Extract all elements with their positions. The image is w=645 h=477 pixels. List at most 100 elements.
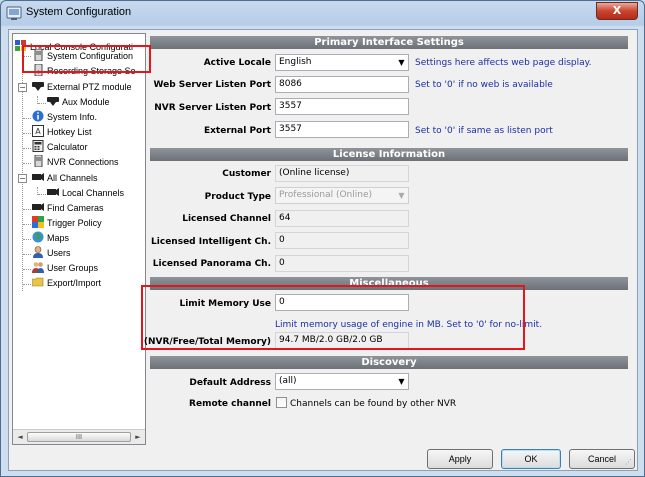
web-port-input[interactable]: 8086 <box>275 76 409 93</box>
nvr-port-label: NVR Server Listen Port <box>154 103 271 113</box>
collapse-ptz-toggle[interactable]: − <box>18 83 27 92</box>
tree-item-system-info[interactable]: System Info. <box>32 110 97 125</box>
system-configuration-window: System Configuration X Local Console Con… <box>0 0 645 477</box>
folder-icon <box>31 276 44 288</box>
licensed-intelligent-label: Licensed Intelligent Ch. <box>151 237 271 247</box>
title-bar[interactable]: System Configuration X <box>1 1 644 25</box>
tree-item-label: User Groups <box>47 263 99 273</box>
globe-icon <box>32 231 44 243</box>
hotkey-icon: A <box>32 125 44 137</box>
tree-item-label: Export/Import <box>47 278 102 288</box>
scroll-right-icon[interactable]: ► <box>133 432 143 442</box>
license-info-header: License Information <box>150 148 628 161</box>
tree-item-nvr-connections[interactable]: NVR Connections <box>32 154 119 170</box>
product-type-value: Professional (Online) <box>279 190 373 200</box>
tree-item-label: Calculator <box>47 142 88 152</box>
customer-label: Customer <box>222 169 271 179</box>
tree-item-external-ptz[interactable]: External PTZ module <box>32 80 132 95</box>
config-tree[interactable]: Local Console Configurati System Configu… <box>12 33 146 445</box>
tree-item-users[interactable]: Users <box>32 246 71 261</box>
tree-line <box>23 239 31 240</box>
user-group-icon <box>32 261 44 273</box>
apply-button[interactable]: Apply <box>427 449 493 469</box>
tree-horizontal-scrollbar[interactable]: ◄ III ► <box>13 429 145 444</box>
remote-channel-text: Channels can be found by other NVR <box>290 399 457 409</box>
tree-item-local-channels[interactable]: Local Channels <box>47 186 124 201</box>
scroll-left-icon[interactable]: ◄ <box>15 432 25 442</box>
remote-channel-label: Remote channel <box>189 399 271 409</box>
close-button[interactable]: X <box>596 2 638 20</box>
dialog-client-area: Local Console Configurati System Configu… <box>8 29 638 471</box>
tree-line <box>23 118 31 119</box>
tree-item-label: Hotkey List <box>47 127 92 137</box>
collapse-all-channels-toggle[interactable]: − <box>18 174 27 183</box>
resize-grip-icon[interactable]: ⋰ <box>625 458 635 468</box>
tree-line <box>23 254 31 255</box>
scroll-thumb[interactable]: III <box>27 432 131 442</box>
tree-item-aux-module[interactable]: Aux Module <box>47 95 110 110</box>
tree-item-label: Users <box>47 248 71 258</box>
tree-item-find-cameras[interactable]: Find Cameras <box>32 201 104 216</box>
active-locale-label: Active Locale <box>203 58 271 68</box>
active-locale-value: English <box>279 57 312 67</box>
tree-item-label: Aux Module <box>62 97 110 107</box>
external-port-input[interactable]: 3557 <box>275 121 409 138</box>
tree-line <box>23 269 31 270</box>
tree-line <box>23 209 31 210</box>
licensed-channel-value: 64 <box>275 210 409 227</box>
tree-line <box>23 133 31 134</box>
external-port-hint: Set to '0' if same as listen port <box>415 126 553 136</box>
product-type-label: Product Type <box>204 192 271 202</box>
tree-line <box>23 224 31 225</box>
active-locale-hint: Settings here affects web page display. <box>415 58 592 68</box>
chevron-down-icon: ▼ <box>398 377 405 386</box>
ptz-camera-icon <box>47 95 59 107</box>
nvr-port-input[interactable]: 3557 <box>275 98 409 115</box>
tree-item-hotkey-list[interactable]: A Hotkey List <box>32 125 92 140</box>
tree-item-user-groups[interactable]: User Groups <box>32 261 98 276</box>
discovery-header: Discovery <box>150 356 628 369</box>
licensed-panorama-value: 0 <box>275 255 409 272</box>
default-address-label: Default Address <box>189 378 271 388</box>
camera-icon <box>32 171 44 183</box>
web-port-label: Web Server Listen Port <box>153 80 272 90</box>
camera-icon <box>32 201 44 213</box>
tree-line <box>38 103 46 104</box>
tree-item-label: Maps <box>47 233 70 243</box>
svg-text:A: A <box>35 127 41 136</box>
calculator-icon <box>32 140 44 152</box>
tree-item-calculator[interactable]: Calculator <box>32 140 88 155</box>
ok-button[interactable]: OK <box>501 449 561 469</box>
camera-icon <box>47 186 59 198</box>
tree-item-export-import[interactable]: Export/Import <box>31 276 102 291</box>
trigger-policy-icon <box>32 216 44 228</box>
info-icon <box>32 110 44 122</box>
external-port-label: External Port <box>203 126 271 136</box>
ptz-camera-icon <box>32 80 44 92</box>
tree-item-label: Find Cameras <box>47 203 104 213</box>
primary-interface-header: Primary Interface Settings <box>150 36 628 49</box>
highlight-memory-settings <box>141 285 525 350</box>
user-icon <box>32 246 44 258</box>
window-title: System Configuration <box>26 6 132 18</box>
tree-item-trigger-policy[interactable]: Trigger Policy <box>32 216 102 231</box>
tree-item-label: External PTZ module <box>47 82 132 92</box>
tree-item-label: Local Channels <box>62 188 125 198</box>
chevron-down-icon: ▼ <box>398 58 405 67</box>
app-settings-icon <box>6 5 22 21</box>
remote-channel-checkbox[interactable] <box>276 397 287 408</box>
server-icon <box>32 154 44 168</box>
active-locale-select[interactable]: English ▼ <box>275 54 409 71</box>
tree-item-all-channels[interactable]: All Channels <box>32 171 98 186</box>
default-address-value: (all) <box>279 376 297 386</box>
web-port-hint: Set to '0' if no web is available <box>415 80 553 90</box>
product-type-select: Professional (Online) ▼ <box>275 187 409 204</box>
tree-item-maps[interactable]: Maps <box>32 231 69 246</box>
tree-item-label: NVR Connections <box>47 157 119 167</box>
licensed-panorama-label: Licensed Panorama Ch. <box>152 259 271 269</box>
tree-line <box>23 284 31 285</box>
chevron-down-icon: ▼ <box>398 191 405 200</box>
tree-line <box>23 163 31 164</box>
tree-line <box>23 148 31 149</box>
default-address-select[interactable]: (all) ▼ <box>275 373 409 390</box>
